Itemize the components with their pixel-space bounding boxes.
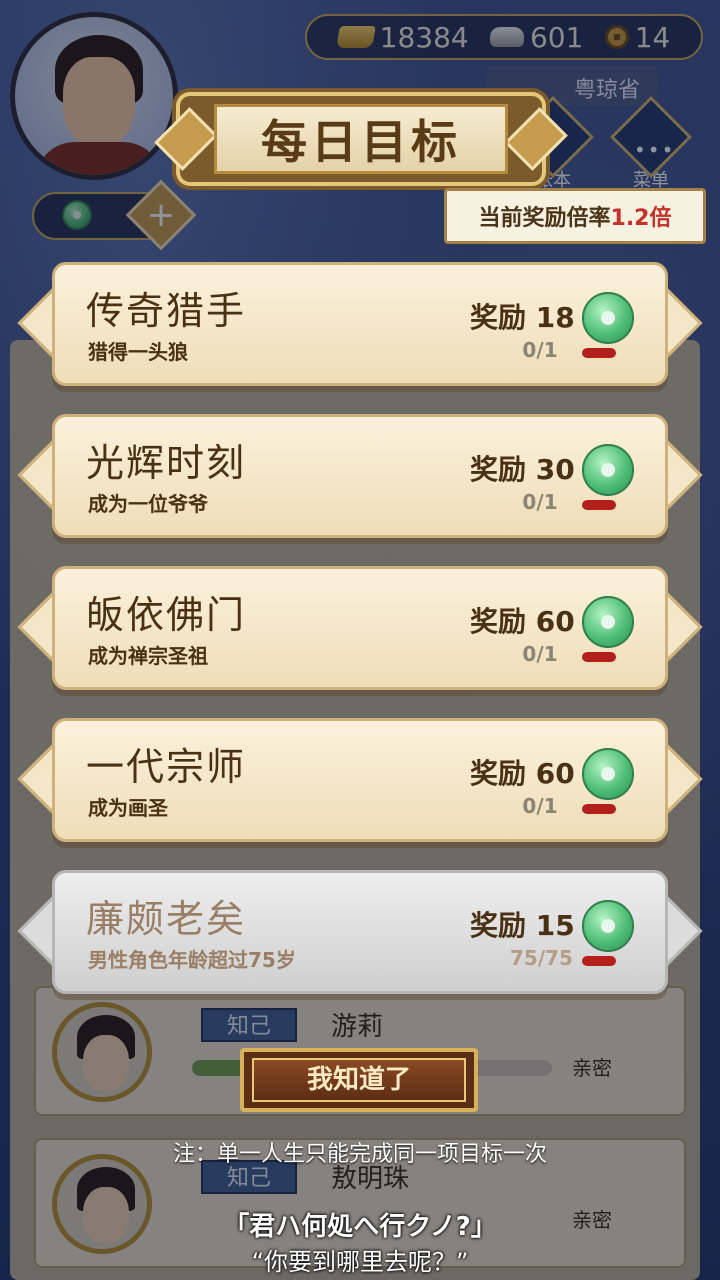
goal-description: 成为画圣 [88, 796, 168, 820]
goal-title: 一代宗师 [86, 745, 247, 789]
goal-progress: 75/75 [510, 946, 573, 970]
goal-reward: 奖励 60 [470, 757, 575, 790]
goal-reward: 奖励 30 [470, 453, 575, 486]
multiplier-label: 当前奖励倍率 [478, 206, 611, 231]
goal-description: 成为禅宗圣祖 [88, 644, 208, 668]
goal-description: 男性角色年龄超过75岁 [88, 948, 296, 972]
tassel-icon [582, 652, 616, 662]
jade-reward-icon [582, 900, 634, 952]
goal-description: 猎得一头狼 [88, 340, 188, 364]
goal-reward: 奖励 15 [470, 909, 575, 942]
goal-card: 一代宗师 成为画圣 奖励 60 0/1 [17, 718, 703, 842]
goal-progress: 0/1 [522, 338, 558, 362]
confirm-button[interactable]: 我知道了 [240, 1048, 478, 1112]
goal-title: 传奇猎手 [86, 289, 247, 333]
goal-card: 传奇猎手 猎得一头狼 奖励 18 0/1 [17, 262, 703, 386]
subtitle-line: 「君ハ何処へ行クノ?」 [223, 1212, 497, 1242]
goal-note: 注：单一人生只能完成同一项目标一次 [172, 1142, 547, 1167]
jade-reward-icon [582, 748, 634, 800]
jade-reward-icon [582, 444, 634, 496]
confirm-button-label: 我知道了 [252, 1058, 466, 1102]
goal-progress: 0/1 [522, 490, 558, 514]
goal-description: 成为一位爷爷 [88, 492, 208, 516]
tassel-icon [582, 804, 616, 814]
goal-reward: 奖励 60 [470, 605, 575, 638]
tassel-icon [582, 956, 616, 966]
goal-card-completed: 廉颇老矣 男性角色年龄超过75岁 奖励 15 75/75 [17, 870, 703, 994]
goal-progress: 0/1 [522, 794, 558, 818]
modal-title: 每日目标 [214, 104, 508, 174]
goal-title: 皈依佛门 [86, 593, 247, 637]
modal-title-plaque: 每日目标 [154, 96, 568, 182]
tassel-icon [582, 500, 616, 510]
goal-progress: 0/1 [522, 642, 558, 666]
reward-multiplier: 当前奖励倍率 1.2倍 [444, 188, 706, 244]
jade-reward-icon [582, 292, 634, 344]
multiplier-value: 1.2倍 [610, 206, 672, 231]
goal-title: 光辉时刻 [86, 441, 247, 485]
goal-card: 皈依佛门 成为禅宗圣祖 奖励 60 0/1 [17, 566, 703, 690]
jade-reward-icon [582, 596, 634, 648]
goal-reward: 奖励 18 [470, 301, 575, 334]
goal-title: 廉颇老矣 [86, 897, 247, 941]
tassel-icon [582, 348, 616, 358]
subtitle-translation: “你要到哪里去呢？” [251, 1248, 469, 1276]
goal-card: 光辉时刻 成为一位爷爷 奖励 30 0/1 [17, 414, 703, 538]
